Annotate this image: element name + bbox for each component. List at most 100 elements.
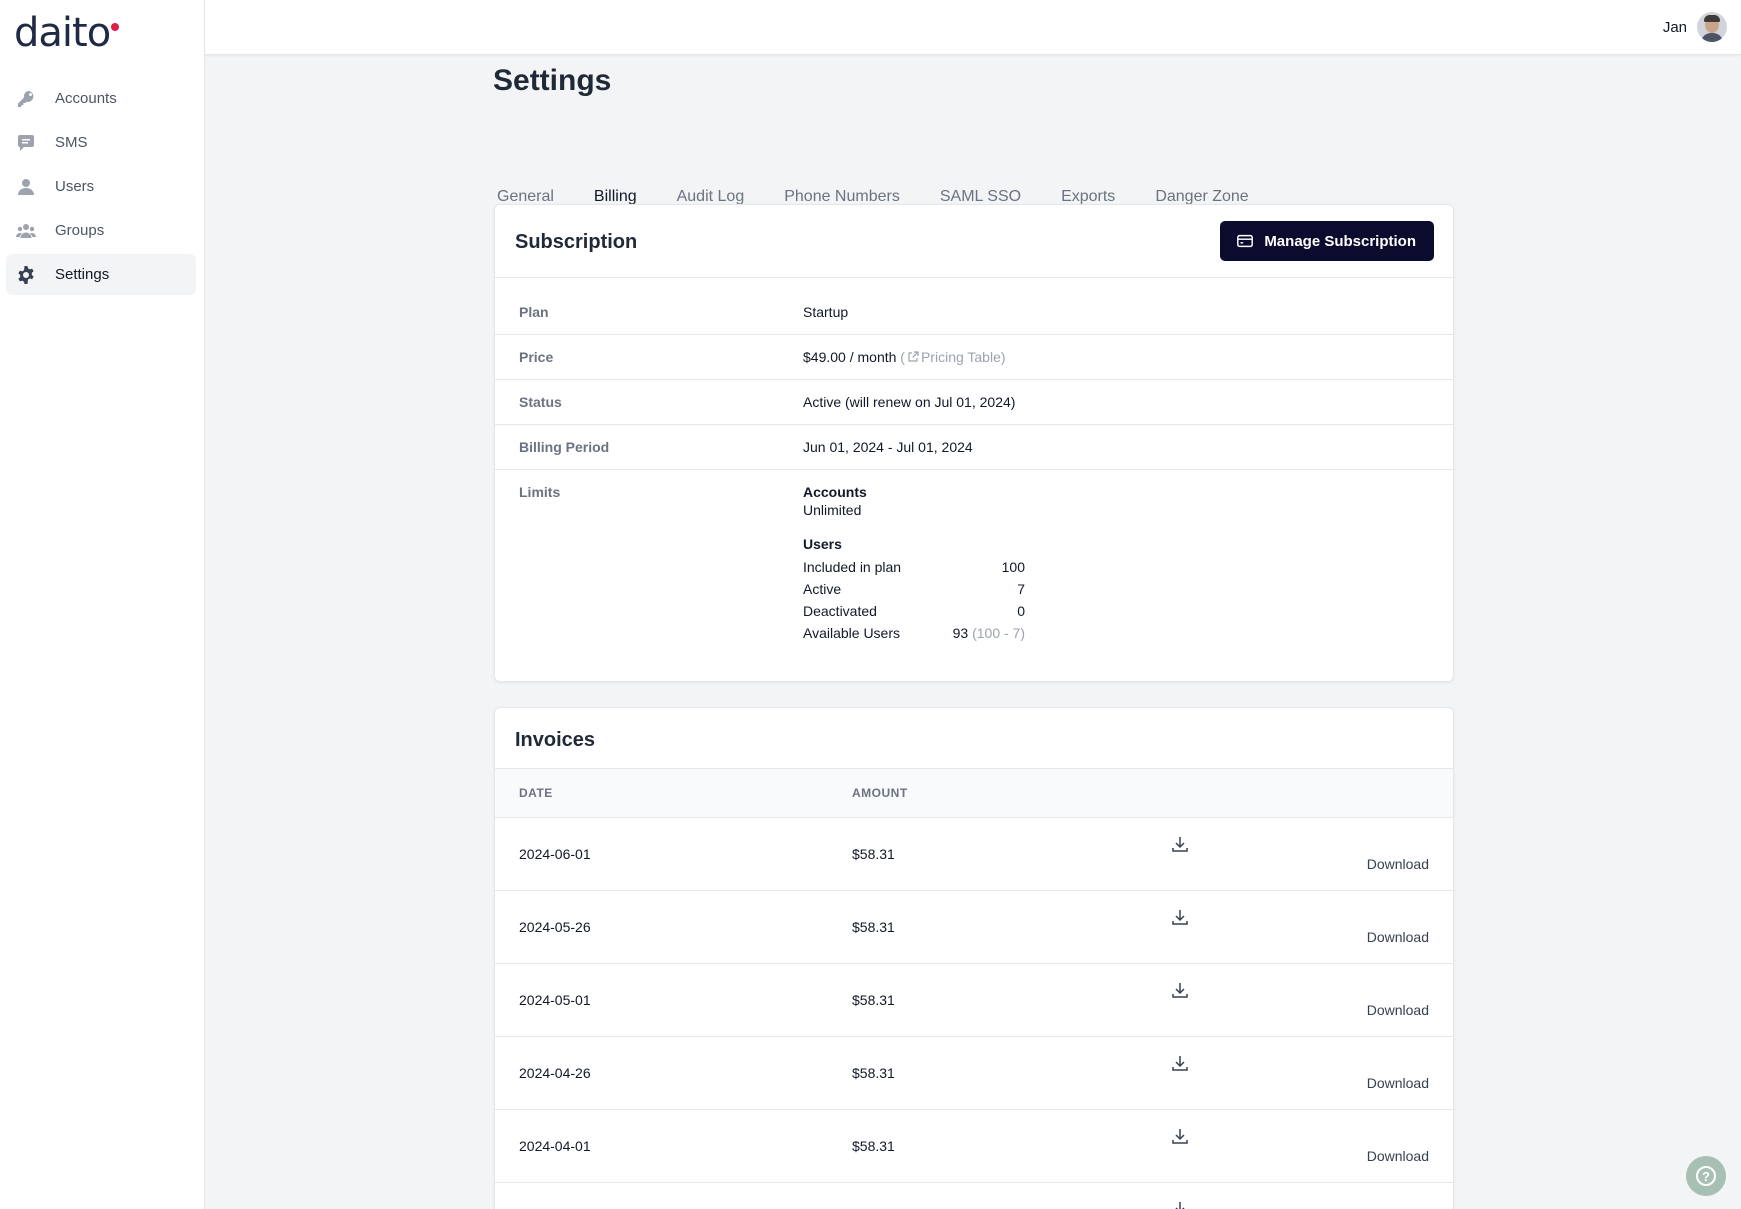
key-icon xyxy=(14,87,38,111)
price-label: Price xyxy=(519,349,554,365)
table-row: 2024-05-01 $58.31 Download xyxy=(495,964,1453,1037)
download-icon[interactable] xyxy=(1170,980,1190,1000)
sidebar-item-groups[interactable]: Groups xyxy=(6,210,196,251)
manage-subscription-button[interactable]: Manage Subscription xyxy=(1220,221,1434,261)
invoices-card: Invoices DATE AMOUNT 2024-06-01 $58.31 D… xyxy=(494,707,1454,1209)
invoice-date: 2024-04-01 xyxy=(519,1138,591,1154)
accounts-limit-value: Unlimited xyxy=(803,502,862,518)
download-icon[interactable] xyxy=(1170,1126,1190,1146)
sidebar-item-label: Accounts xyxy=(55,90,117,107)
table-row xyxy=(495,1183,1453,1209)
status-row: Status Active (will renew on Jul 01, 202… xyxy=(495,380,1453,425)
top-bar: Jan xyxy=(205,0,1741,55)
avatar[interactable] xyxy=(1697,12,1727,42)
download-link[interactable]: Download xyxy=(1367,1002,1429,1018)
subscription-title: Subscription xyxy=(515,231,638,253)
sidebar-item-users[interactable]: Users xyxy=(6,166,196,207)
invoice-amount: $58.31 xyxy=(852,846,895,862)
sidebar-item-sms[interactable]: SMS xyxy=(6,122,196,163)
download-icon[interactable] xyxy=(1170,1199,1190,1209)
users-limit-note: (100 - 7) xyxy=(972,625,1025,641)
sidebar-item-label: Settings xyxy=(55,266,110,283)
sidebar-item-label: Users xyxy=(55,178,95,195)
invoices-table-header: DATE AMOUNT xyxy=(495,769,1453,818)
download-link[interactable]: Download xyxy=(1367,929,1429,945)
users-limit-row: Deactivated 0 xyxy=(803,600,1025,622)
plan-label: Plan xyxy=(519,304,549,320)
invoice-amount: $58.31 xyxy=(852,919,895,935)
invoice-date: 2024-04-26 xyxy=(519,1065,591,1081)
invoices-header: Invoices xyxy=(495,708,1453,769)
users-limit-row: Included in plan 100 xyxy=(803,556,1025,578)
table-row: 2024-05-26 $58.31 Download xyxy=(495,891,1453,964)
table-row: 2024-04-26 $58.31 Download xyxy=(495,1037,1453,1110)
invoice-date: 2024-05-01 xyxy=(519,992,591,1008)
limits-label: Limits xyxy=(519,484,561,500)
status-value: Active (will renew on Jul 01, 2024) xyxy=(803,394,1016,410)
download-link[interactable]: Download xyxy=(1367,856,1429,872)
pricing-paren: ( xyxy=(900,349,905,365)
help-button[interactable]: ? xyxy=(1686,1156,1726,1196)
credit-card-icon xyxy=(1237,234,1254,248)
external-link-icon xyxy=(908,351,919,362)
sidebar-item-label: Groups xyxy=(55,222,105,239)
invoices-title: Invoices xyxy=(515,729,596,751)
table-row: 2024-06-01 $58.31 Download xyxy=(495,818,1453,891)
users-limit-label: Included in plan xyxy=(803,559,902,575)
user-menu[interactable]: Jan xyxy=(1663,12,1727,42)
billing-period-row: Billing Period Jun 01, 2024 - Jul 01, 20… xyxy=(495,425,1453,470)
invoice-date: 2024-06-01 xyxy=(519,846,591,862)
billing-period-label: Billing Period xyxy=(519,439,610,455)
invoice-amount: $58.31 xyxy=(852,1138,895,1154)
users-limit-row: Available Users 93 (100 - 7) xyxy=(803,622,1025,644)
sidebar-item-settings[interactable]: Settings xyxy=(6,254,196,295)
limits-details: Accounts Unlimited Users Included in pla… xyxy=(803,484,1025,644)
subscription-details: Plan Startup Price $49.00 / month ( Prici… xyxy=(495,278,1453,660)
logo-accent-dot xyxy=(111,23,119,31)
price-value-wrap: $49.00 / month ( Pricing Table) xyxy=(803,349,1006,365)
accounts-limit-heading: Accounts xyxy=(803,484,867,500)
users-limit-heading: Users xyxy=(803,536,842,552)
download-icon[interactable] xyxy=(1170,907,1190,927)
users-limit-value-wrap: 93 (100 - 7) xyxy=(943,625,1025,641)
invoice-date: 2024-05-26 xyxy=(519,919,591,935)
download-link[interactable]: Download xyxy=(1367,1148,1429,1164)
users-limit-row: Active 7 xyxy=(803,578,1025,600)
users-limit-table: Included in plan 100 Active 7 Deactivate… xyxy=(803,556,1025,644)
daito-logo[interactable]: daito xyxy=(14,10,111,56)
plan-value: Startup xyxy=(803,304,849,320)
download-link[interactable]: Download xyxy=(1367,1075,1429,1091)
help-icon: ? xyxy=(1696,1166,1716,1186)
users-limit-label: Active xyxy=(803,581,842,597)
users-limit-label: Deactivated xyxy=(803,603,877,619)
users-limit-value: 93 xyxy=(952,625,969,641)
chat-icon xyxy=(14,131,38,155)
sidebar: daito Accounts SMS Users Groups Settings xyxy=(0,0,205,1209)
price-row: Price $49.00 / month ( Pricing Table) xyxy=(495,335,1453,380)
users-limit-value: 100 xyxy=(1001,559,1025,575)
users-group-icon xyxy=(14,219,38,243)
user-icon xyxy=(14,175,38,199)
download-icon[interactable] xyxy=(1170,834,1190,854)
manage-subscription-label: Manage Subscription xyxy=(1264,232,1416,250)
price-value: $49.00 / month xyxy=(803,349,897,365)
subscription-card: Subscription Manage Subscription Plan St… xyxy=(494,204,1454,682)
sidebar-item-label: SMS xyxy=(55,134,88,151)
amount-column-header: AMOUNT xyxy=(852,786,908,800)
sidebar-item-accounts[interactable]: Accounts xyxy=(6,78,196,119)
table-row: 2024-04-01 $58.31 Download xyxy=(495,1110,1453,1183)
date-column-header: DATE xyxy=(519,786,553,800)
invoice-amount: $58.31 xyxy=(852,992,895,1008)
user-name: Jan xyxy=(1662,18,1687,36)
limits-row: Limits Accounts Unlimited Users Included… xyxy=(495,470,1453,660)
plan-row: Plan Startup xyxy=(495,290,1453,335)
status-label: Status xyxy=(519,394,562,410)
gear-icon xyxy=(14,263,38,287)
download-icon[interactable] xyxy=(1170,1053,1190,1073)
pricing-table-link[interactable]: Pricing Table) xyxy=(921,349,1006,365)
sidebar-nav: Accounts SMS Users Groups Settings xyxy=(6,78,196,298)
users-limit-value: 7 xyxy=(1017,581,1025,597)
users-limit-label: Available Users xyxy=(803,625,901,641)
users-limit-value: 0 xyxy=(1017,603,1025,619)
subscription-header: Subscription Manage Subscription xyxy=(495,205,1453,278)
